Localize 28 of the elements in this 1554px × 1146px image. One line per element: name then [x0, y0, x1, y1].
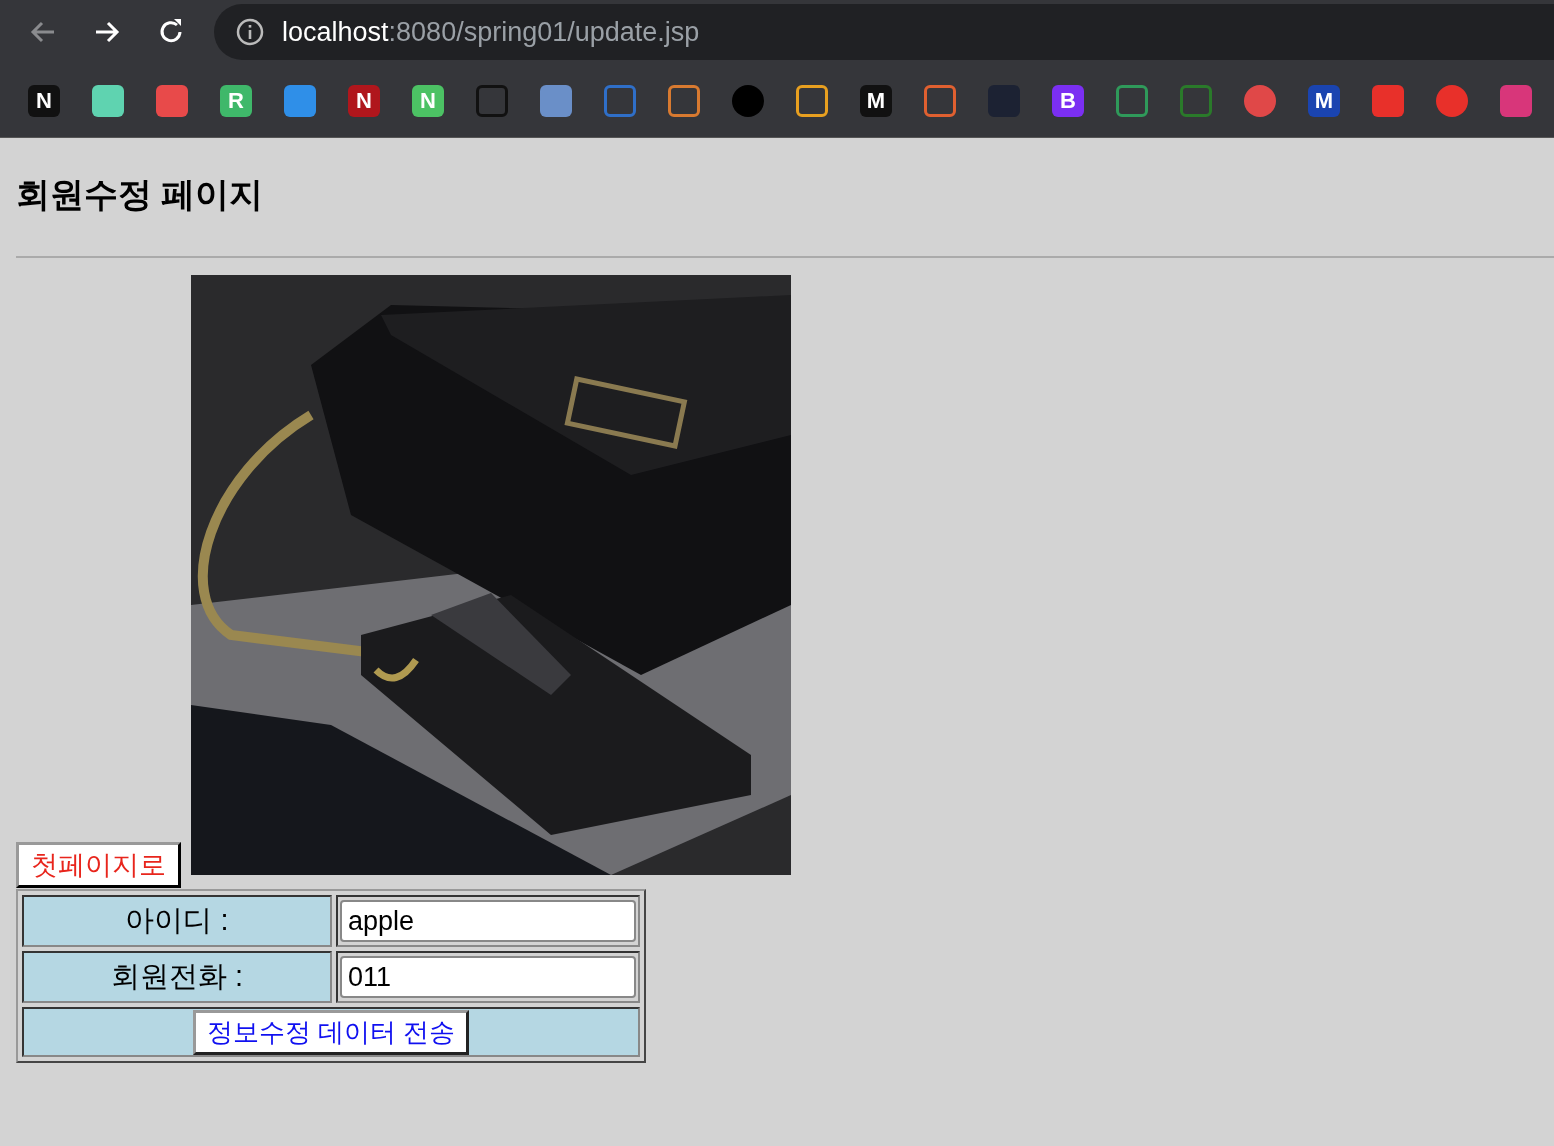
bookmark-icon[interactable] [92, 84, 124, 117]
bookmark-icon[interactable] [796, 84, 828, 117]
field-label: 아이디 : [22, 895, 332, 947]
bookmark-icon[interactable] [1436, 84, 1468, 117]
bookmark-icon[interactable] [284, 84, 316, 117]
bookmark-icon[interactable] [540, 84, 572, 117]
bookmark-icon[interactable] [924, 84, 956, 117]
bookmark-icon[interactable] [1116, 84, 1148, 117]
url-host: localhost [282, 16, 389, 48]
bookmark-icon[interactable]: N [348, 84, 380, 117]
url-path: :8080/spring01/update.jsp [388, 16, 700, 48]
page-heading: 회원수정 페이지 [15, 174, 265, 215]
bookmark-icon[interactable] [156, 84, 188, 117]
input-field[interactable]: apple [340, 900, 636, 942]
input-field[interactable]: 011 [340, 956, 636, 998]
bookmark-icon[interactable] [668, 84, 700, 117]
bookmark-icon[interactable] [1244, 84, 1276, 117]
address-bar[interactable]: localhost:8080/spring01/update.jsp [214, 4, 1554, 60]
info-icon[interactable] [236, 18, 264, 46]
bookmark-icon[interactable]: B [1052, 84, 1084, 117]
bookmark-icon[interactable]: N [28, 84, 60, 117]
bookmark-icon[interactable] [1372, 84, 1404, 117]
bookmark-icon[interactable]: M [1308, 84, 1340, 117]
submit-button[interactable]: 정보수정 데이터 전송 [192, 1009, 470, 1055]
field-label: 회원전화 : [22, 951, 332, 1003]
bookmark-icon[interactable] [1500, 84, 1532, 117]
bookmark-icon[interactable]: M [860, 84, 892, 117]
home-button[interactable]: 첫페이지로 [16, 842, 181, 888]
